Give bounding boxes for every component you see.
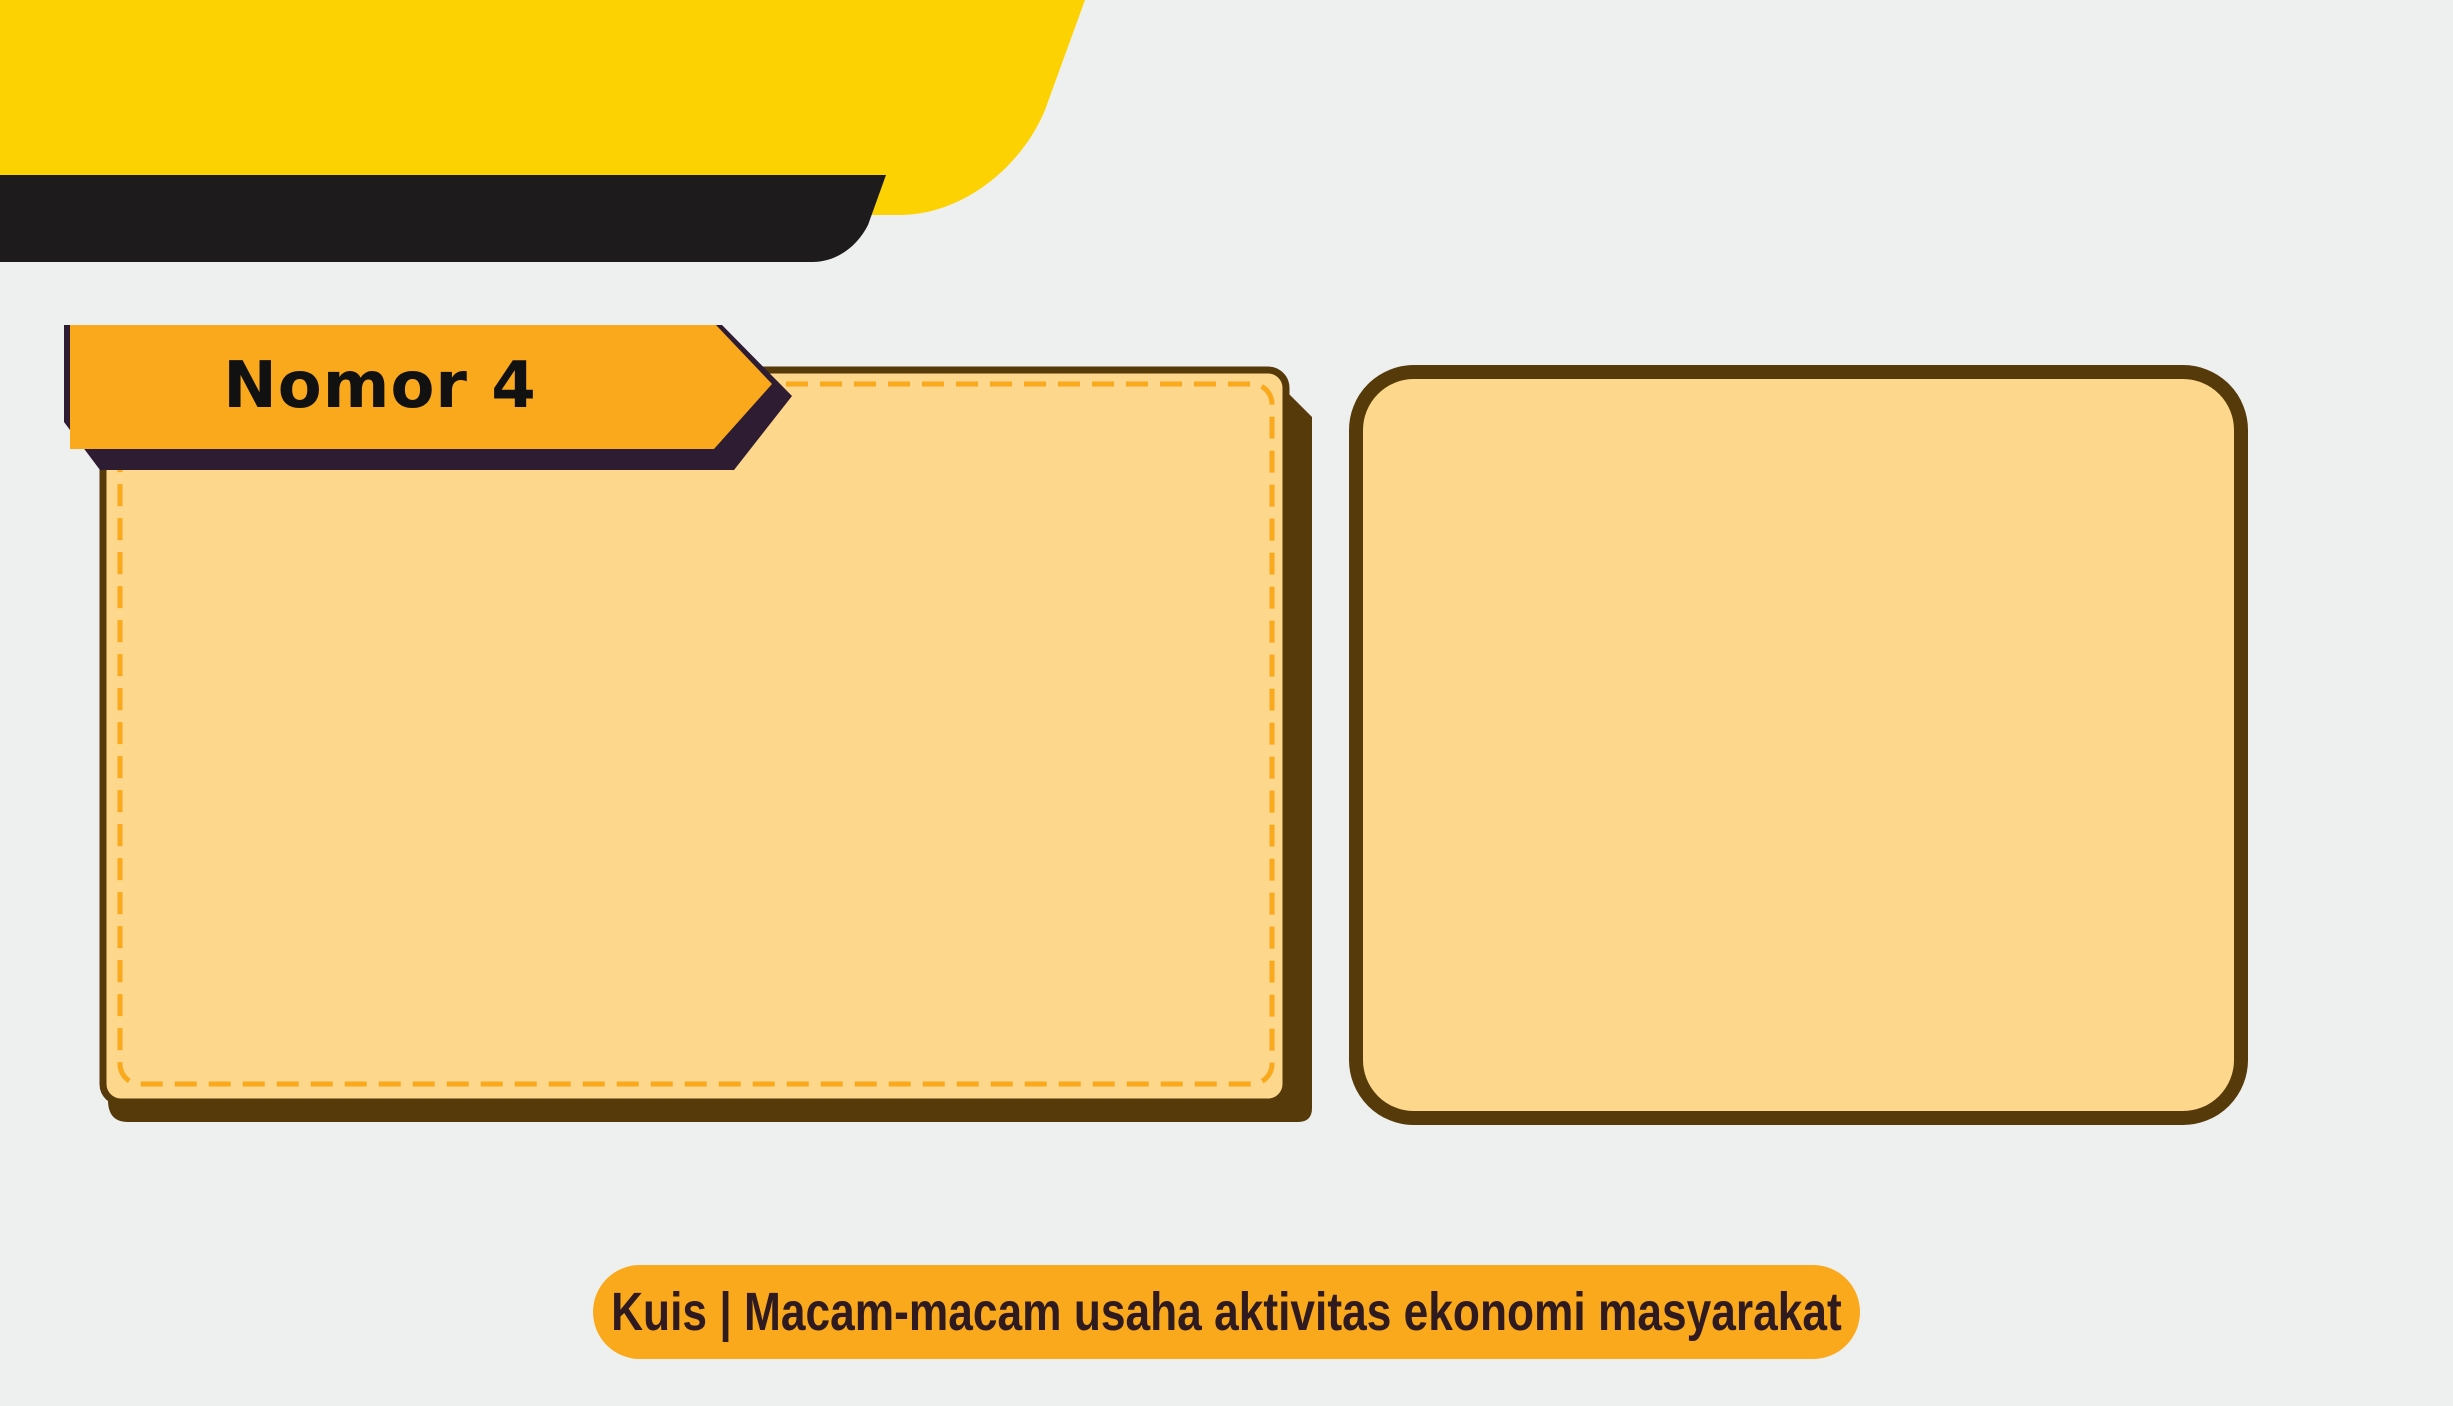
question-number-label: Nomor 4 [223,349,537,423]
header-dark-band [0,175,886,262]
quiz-title-banner: Kuis | Macam-macam usaha aktivitas ekono… [593,1265,1860,1359]
answer-panel [1349,365,2248,1125]
question-card [99,366,1290,1106]
slide-decoration [0,0,2248,1125]
quiz-title-text: Kuis | Macam-macam usaha aktivitas ekono… [611,1282,1842,1342]
